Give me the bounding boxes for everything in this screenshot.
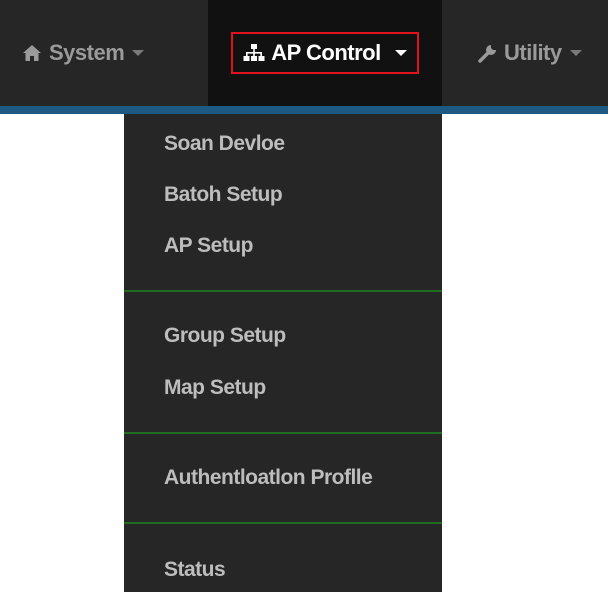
menu-item-map-setup[interactable]: Map Setup xyxy=(124,366,442,410)
chevron-down-icon xyxy=(569,50,582,56)
menu-divider xyxy=(124,522,442,524)
chevron-down-icon xyxy=(132,50,145,56)
menu-divider xyxy=(124,290,442,292)
wrench-icon xyxy=(478,43,498,63)
nav-utility-menu[interactable]: Utility xyxy=(478,0,608,106)
home-icon xyxy=(22,44,42,62)
menu-item-authentication-profile[interactable]: Authentloatlon Proflle xyxy=(124,456,442,500)
menu-item-ap-setup[interactable]: AP Setup xyxy=(124,224,442,268)
navbar: System AP Control Utility xyxy=(0,0,608,106)
nav-utility-label: Utility xyxy=(504,40,562,65)
nav-ap-control-label: AP Control xyxy=(271,40,381,65)
nav-system-label: System xyxy=(49,40,125,65)
ap-control-dropdown: Soan Devloe Batoh Setup AP Setup Group S… xyxy=(124,114,442,592)
ap-control-highlight: AP Control xyxy=(231,32,419,74)
navbar-accent-line xyxy=(0,106,608,114)
menu-item-group-setup[interactable]: Group Setup xyxy=(124,314,442,358)
menu-divider xyxy=(124,432,442,434)
nav-system-menu[interactable]: System xyxy=(22,0,208,106)
chevron-down-icon xyxy=(394,50,407,56)
sitemap-icon xyxy=(243,43,265,63)
menu-item-batch-setup[interactable]: Batoh Setup xyxy=(124,173,442,217)
menu-item-status[interactable]: Status xyxy=(124,548,442,592)
nav-ap-control-menu[interactable]: AP Control xyxy=(208,0,442,106)
menu-item-scan-device[interactable]: Soan Devloe xyxy=(124,122,442,166)
